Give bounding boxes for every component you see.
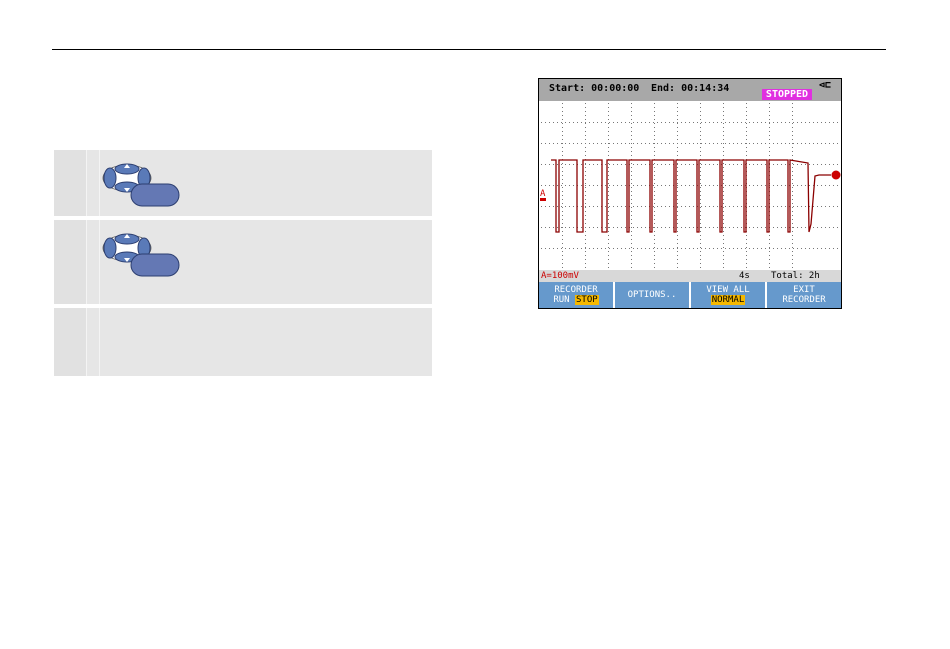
header-rule — [52, 49, 886, 50]
scale-readout: A=100mV — [541, 271, 579, 281]
graticule — [541, 103, 838, 268]
instruction-step-2 — [54, 220, 432, 304]
cursor-marker — [831, 170, 841, 180]
arrow-keypad-icon — [102, 233, 180, 277]
scope-status-bar: A=100mV 4s Total: 2h — [539, 270, 841, 282]
instruction-step-3 — [54, 308, 432, 376]
options-button[interactable]: OPTIONS.. — [615, 282, 691, 308]
exit-recorder-button[interactable]: EXIT RECORDER — [767, 282, 841, 308]
channel-marker: A — [540, 189, 546, 199]
waveform-plot: A — [540, 103, 841, 268]
start-time: Start: 00:00:00 — [549, 83, 640, 94]
view-all-button[interactable]: VIEW ALL NORMAL — [691, 282, 767, 308]
signal-trace — [551, 159, 831, 233]
instruction-step-1 — [54, 150, 432, 216]
timebase-readout: 4s — [739, 271, 750, 281]
ground-marker — [540, 198, 546, 201]
arrow-keypad-icon — [102, 163, 180, 207]
recorder-run-stop-button[interactable]: RECORDER RUN STOP — [539, 282, 615, 308]
end-time: End: 00:14:34 — [651, 83, 730, 94]
status-badge: STOPPED — [762, 89, 812, 100]
plug-icon: ⊲⊏ — [819, 80, 832, 91]
total-readout: Total: 2h — [771, 271, 820, 281]
scope-screen: Start: 00:00:00 End: 00:14:34 STOPPED ⊲⊏… — [538, 78, 842, 309]
softkey-bar: RECORDER RUN STOP OPTIONS.. VIEW ALL NOR… — [539, 282, 841, 308]
scope-header: Start: 00:00:00 End: 00:14:34 STOPPED ⊲⊏ — [539, 79, 841, 101]
